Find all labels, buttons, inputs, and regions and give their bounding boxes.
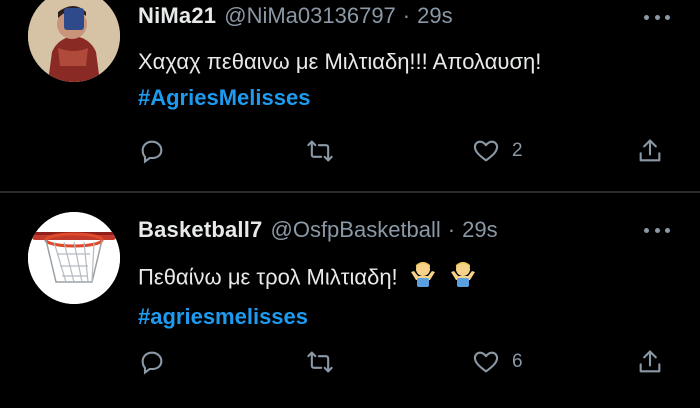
retweet-button[interactable]	[306, 348, 334, 376]
display-name[interactable]: Basketball7	[138, 217, 263, 243]
share-button[interactable]	[636, 348, 664, 376]
more-icon[interactable]	[644, 228, 670, 236]
tweet-text: Πεθαίνω με τρολ Μιλτιαδη! #agriesmelisse…	[138, 258, 478, 335]
avatar[interactable]	[28, 0, 120, 82]
tweet-actions: 6	[138, 348, 678, 376]
like-button[interactable]: 6	[472, 348, 523, 376]
more-icon[interactable]	[644, 15, 670, 23]
like-icon	[473, 351, 499, 373]
hashtag-link[interactable]: #agriesmelisses	[138, 299, 478, 335]
reply-button[interactable]	[138, 348, 166, 376]
timeline: NiMa21 @NiMa03136797 · 29s Χαχαχ πεθαινω…	[0, 0, 700, 408]
person-shrugging-emoji	[448, 258, 478, 299]
like-count: 6	[512, 351, 523, 372]
separator: ·	[447, 217, 456, 242]
share-icon	[639, 350, 661, 373]
tweet-text: Χαχαχ πεθαινω με Μιλτιαδη!!! Απολαυση! #…	[138, 44, 541, 116]
like-button[interactable]: 2	[472, 137, 523, 165]
share-button[interactable]	[636, 137, 664, 165]
display-name[interactable]: NiMa21	[138, 3, 216, 29]
share-icon	[639, 139, 661, 162]
reply-icon	[141, 351, 163, 375]
avatar[interactable]	[28, 212, 120, 304]
tweet-actions: 2	[138, 137, 678, 165]
reply-button[interactable]	[138, 137, 166, 165]
tweet-body: Πεθαίνω με τρολ Μιλτιαδη!	[138, 264, 398, 290]
tweet-divider	[0, 191, 700, 193]
like-count: 2	[512, 140, 523, 161]
retweet-icon	[307, 351, 333, 373]
like-icon	[473, 140, 499, 162]
user-handle[interactable]: @OsfpBasketball	[271, 217, 441, 243]
reply-icon	[141, 140, 163, 164]
retweet-icon	[307, 140, 333, 162]
tweet[interactable]: NiMa21 @NiMa03136797 · 29s Χαχαχ πεθαινω…	[0, 0, 700, 192]
timestamp[interactable]: 29s	[417, 3, 452, 29]
person-shrugging-emoji	[408, 258, 438, 299]
user-handle[interactable]: @NiMa03136797	[224, 3, 396, 29]
retweet-button[interactable]	[306, 137, 334, 165]
hashtag-link[interactable]: #AgriesMelisses	[138, 80, 541, 116]
tweet-body: Χαχαχ πεθαινω με Μιλτιαδη!!! Απολαυση!	[138, 49, 542, 74]
tweet-header: Basketball7 @OsfpBasketball · 29s	[138, 217, 498, 243]
tweet-header: NiMa21 @NiMa03136797 · 29s	[138, 3, 453, 29]
separator: ·	[402, 3, 411, 28]
timestamp[interactable]: 29s	[462, 217, 497, 243]
